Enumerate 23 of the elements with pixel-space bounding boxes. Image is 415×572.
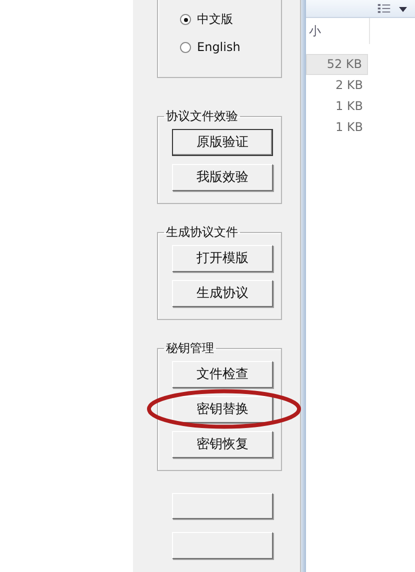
push-button[interactable]: 密钥恢复 bbox=[172, 430, 273, 458]
view-list-icon[interactable] bbox=[377, 3, 391, 14]
dropdown-icon[interactable] bbox=[399, 4, 407, 12]
push-button[interactable]: 原版验证 bbox=[172, 128, 273, 156]
size-cell[interactable]: 1 KB bbox=[306, 96, 368, 117]
group-title: 协议文件效验 bbox=[165, 108, 239, 125]
size-cell[interactable]: 52 KB bbox=[306, 54, 368, 75]
push-button[interactable] bbox=[172, 532, 273, 560]
push-button[interactable]: 密钥替换 bbox=[172, 396, 273, 423]
push-button[interactable]: 我版效验 bbox=[172, 164, 273, 191]
push-button[interactable]: 打开模版 bbox=[172, 244, 273, 272]
size-cell[interactable]: 1 KB bbox=[306, 117, 368, 138]
push-button[interactable] bbox=[172, 492, 273, 520]
radio-button[interactable] bbox=[180, 14, 191, 25]
push-button[interactable]: 文件检查 bbox=[172, 360, 273, 388]
push-button[interactable]: 生成协议 bbox=[172, 280, 273, 307]
column-header[interactable]: 小 bbox=[306, 18, 370, 44]
size-cell[interactable]: 2 KB bbox=[306, 75, 368, 96]
radio-button[interactable] bbox=[180, 42, 191, 52]
radio-label[interactable]: English bbox=[197, 40, 240, 54]
group-title: 生成协议文件 bbox=[165, 224, 239, 241]
radio-label[interactable]: 中文版 bbox=[197, 11, 233, 28]
group-title: 秘钥管理 bbox=[165, 340, 215, 357]
